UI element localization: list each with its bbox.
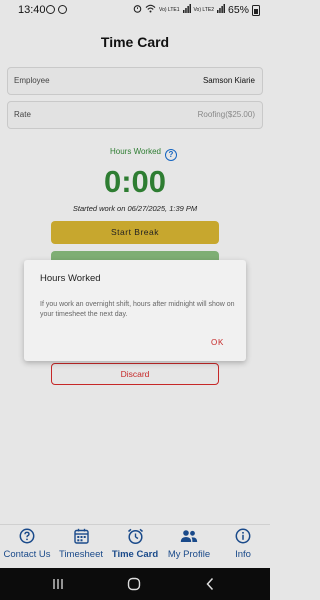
- system-nav-bar: [0, 568, 270, 600]
- started-text: Started work on 06/27/2025, 1:39 PM: [72, 204, 198, 213]
- hours-timer: 0:00: [103, 164, 167, 199]
- signal-icon: [182, 4, 191, 16]
- people-icon: [162, 527, 216, 545]
- nav-item-time-card[interactable]: Time Card: [108, 527, 162, 560]
- nav-label: Info: [235, 549, 251, 560]
- nav-label: Timesheet: [59, 549, 103, 560]
- clock-icon: [108, 527, 162, 545]
- status-right: Vo) LTE1 Vo) LTE2 65%: [133, 4, 260, 16]
- page-title: Time Card: [100, 34, 170, 50]
- discard-button[interactable]: Discard: [51, 363, 219, 385]
- bottom-nav: Contact Us Timesheet Time Card My Profil…: [0, 524, 270, 569]
- signal-icon: [216, 4, 225, 16]
- rate-value: Roofing($25.00): [197, 110, 255, 119]
- info-icon: [216, 527, 270, 545]
- network-label: Vo) LTE2: [193, 6, 214, 13]
- dialog-ok-button[interactable]: OK: [211, 338, 224, 347]
- battery-percent: 65%: [227, 4, 249, 16]
- rate-field[interactable]: Rate Roofing($25.00): [7, 101, 263, 129]
- recent-apps-icon[interactable]: [48, 574, 68, 594]
- network-label: Vo) LTE1: [159, 6, 180, 13]
- start-break-button[interactable]: Start Break: [51, 221, 219, 244]
- wifi-icon: [145, 4, 156, 16]
- hours-worked-dialog: Hours Worked If you work an overnight sh…: [24, 260, 246, 361]
- dialog-message: If you work an overnight shift, hours af…: [40, 301, 235, 318]
- nav-item-info[interactable]: Info: [216, 527, 270, 560]
- nav-label: Contact Us: [3, 549, 51, 560]
- status-bar: 13:40 Vo) LTE1 Vo) LTE2 65%: [0, 0, 270, 22]
- home-icon[interactable]: [124, 574, 144, 594]
- employee-value: Samson Kiarie: [202, 76, 255, 85]
- nav-label: My Profile: [167, 549, 211, 560]
- nav-label: Time Card: [111, 549, 159, 560]
- nav-item-contact-us[interactable]: Contact Us: [0, 527, 54, 560]
- status-time: 13:40: [18, 4, 46, 16]
- calendar-icon: [54, 527, 108, 545]
- notification-icon: [58, 5, 67, 14]
- help-icon[interactable]: ?: [165, 149, 177, 161]
- help-circle-icon: [0, 527, 54, 545]
- notification-icon: [46, 5, 55, 14]
- employee-label: Employee: [14, 76, 50, 85]
- nav-item-timesheet[interactable]: Timesheet: [54, 527, 108, 560]
- dialog-title: Hours Worked: [40, 273, 101, 284]
- employee-field[interactable]: Employee Samson Kiarie: [7, 67, 263, 95]
- hours-worked-label: Hours Worked: [110, 147, 161, 156]
- battery-icon: [252, 4, 260, 16]
- nav-item-my-profile[interactable]: My Profile: [162, 527, 216, 560]
- back-icon[interactable]: [200, 574, 220, 594]
- alarm-icon: [133, 4, 142, 16]
- rate-label: Rate: [14, 110, 31, 119]
